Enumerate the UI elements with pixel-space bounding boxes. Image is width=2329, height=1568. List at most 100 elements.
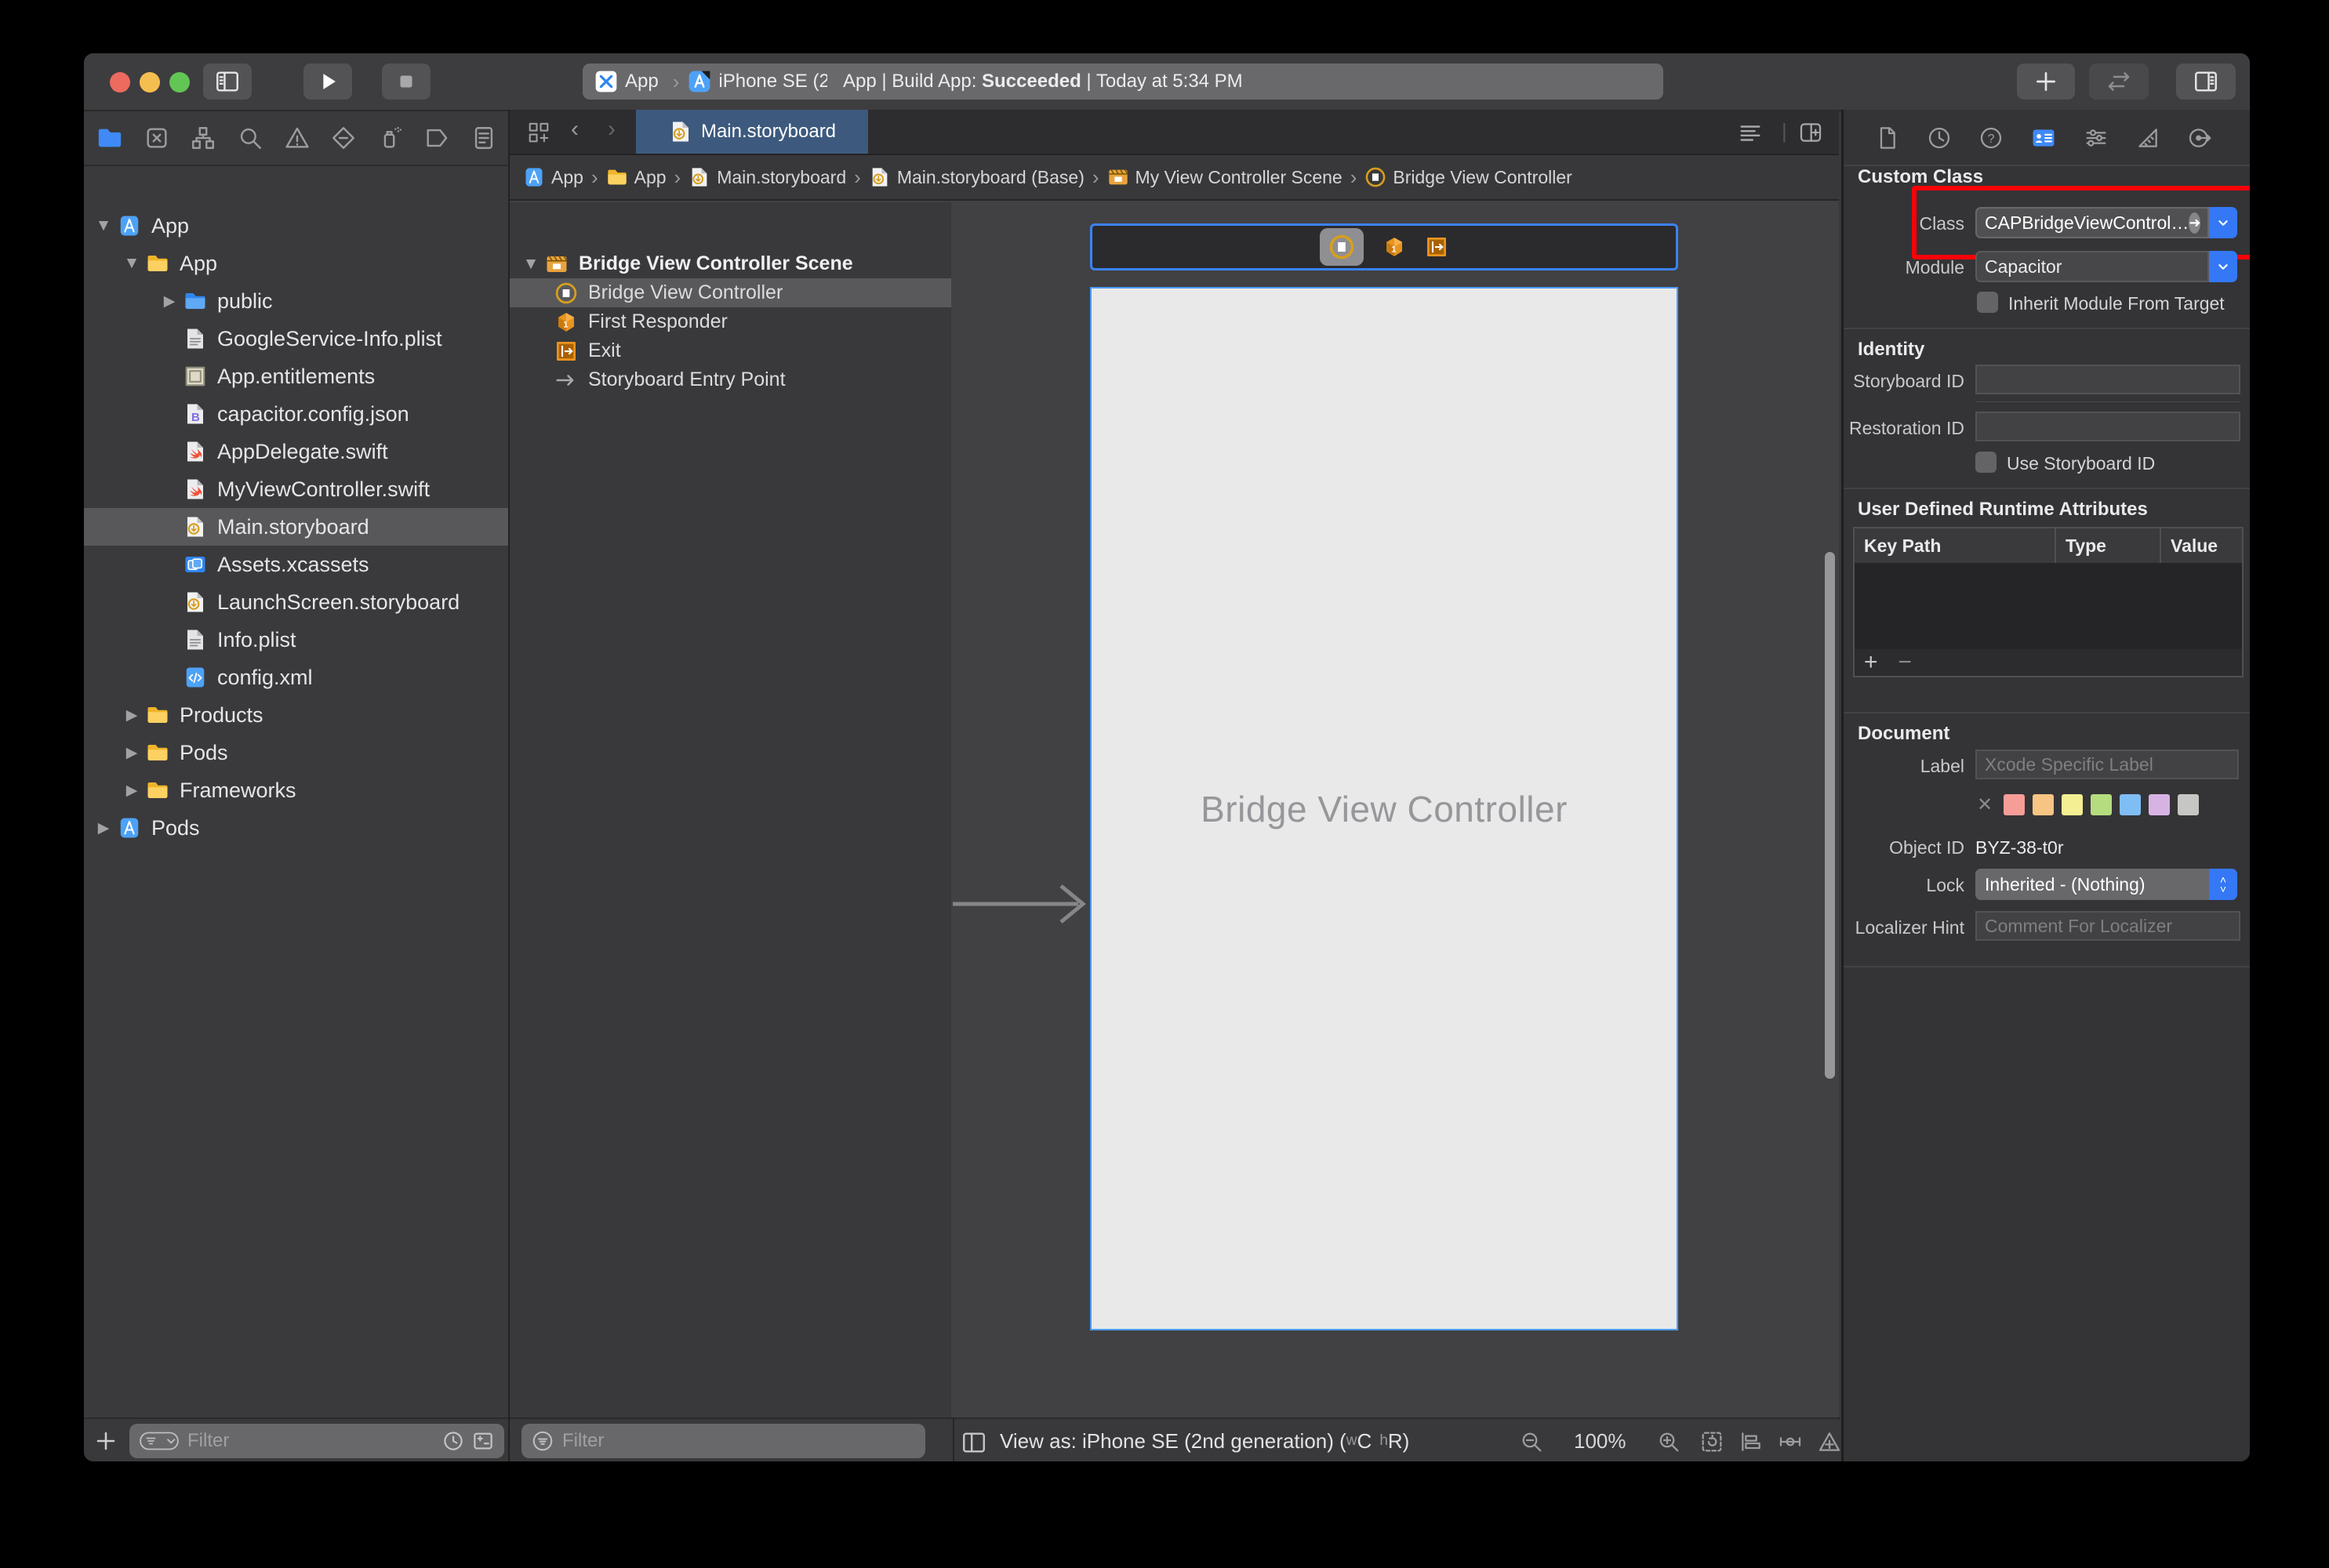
outline-item-bridge-view-controller[interactable]: Bridge View Controller (510, 278, 951, 307)
swatch-3[interactable] (2062, 794, 2083, 815)
library-button[interactable] (2017, 64, 2075, 100)
project-navigator-icon[interactable] (96, 125, 123, 151)
back-button[interactable]: ‹ (571, 116, 579, 143)
zoom-in-icon[interactable] (1656, 1429, 1681, 1454)
breadcrumb-item-1[interactable]: App (523, 165, 583, 189)
breadcrumb-item-6[interactable]: Bridge View Controller (1364, 165, 1571, 189)
report-navigator-icon[interactable] (471, 125, 497, 151)
breadcrumb-item-5[interactable]: My View Controller Scene (1107, 165, 1343, 189)
storyboard-entry-arrow[interactable] (953, 877, 1090, 931)
view-controller-dock-icon[interactable] (1320, 228, 1364, 266)
size-inspector-tab[interactable] (2135, 125, 2160, 151)
canvas-scrollbar[interactable] (1825, 552, 1835, 1079)
navigator-item-appdelegate-swift[interactable]: AppDelegate.swift (84, 433, 510, 470)
breadcrumb-item-2[interactable]: App (606, 165, 667, 189)
view-controller-view[interactable]: Bridge View Controller (1090, 287, 1678, 1330)
filter-menu-icon[interactable] (139, 1430, 180, 1452)
file-inspector-tab[interactable] (1875, 125, 1900, 151)
disclosure-closed-icon[interactable]: ▶ (118, 782, 145, 800)
udra-remove-button[interactable]: − (1898, 649, 1913, 676)
udra-column-key-path[interactable]: Key Path (1855, 528, 2055, 563)
outline-item-first-responder[interactable]: 1First Responder (510, 307, 951, 336)
restoration-id-field[interactable] (1975, 412, 2240, 441)
run-button[interactable] (303, 64, 352, 100)
swatch-4[interactable] (2091, 794, 2112, 815)
localizer-hint-field[interactable] (1975, 911, 2240, 941)
align-icon[interactable] (1739, 1429, 1764, 1454)
source-control-status-icon[interactable] (471, 1429, 495, 1453)
navigator-filter-field[interactable]: Filter (129, 1424, 504, 1458)
attributes-inspector-tab[interactable] (2084, 125, 2109, 151)
navigator-item-public[interactable]: ▶public (84, 282, 510, 320)
lock-dropdown[interactable]: Inherited - (Nothing) (1975, 869, 2209, 900)
disclosure-open-icon[interactable]: ▼ (90, 216, 117, 235)
inherit-module-checkbox[interactable] (1977, 292, 1998, 313)
stop-button[interactable] (382, 64, 431, 100)
editor-options-icon[interactable] (1737, 120, 1764, 147)
recent-files-icon[interactable] (441, 1429, 465, 1453)
navigator-item-launchscreen-storyboard[interactable]: LaunchScreen.storyboard (84, 583, 510, 621)
tab-main-storyboard[interactable]: Main.storyboard (636, 110, 868, 154)
zoom-level[interactable]: 100% (1574, 1429, 1626, 1454)
udra-column-type[interactable]: Type (2055, 528, 2160, 563)
identity-inspector-tab[interactable] (2030, 125, 2057, 151)
minimize-window-button[interactable] (140, 72, 160, 93)
maximize-window-button[interactable] (169, 72, 190, 93)
breadcrumb-item-3[interactable]: Main.storyboard (689, 165, 846, 189)
zoom-out-icon[interactable] (1519, 1429, 1544, 1454)
add-editor-icon[interactable] (1798, 120, 1823, 145)
navigator-item-products[interactable]: ▶Products (84, 696, 510, 734)
connections-inspector-tab[interactable] (2187, 125, 2212, 151)
help-inspector-tab[interactable]: ? (1978, 125, 2004, 151)
first-responder-dock-icon[interactable]: 1 (1383, 235, 1406, 259)
navigator-item-app[interactable]: ▼App (84, 207, 510, 245)
test-navigator-icon[interactable] (330, 125, 357, 151)
disclosure-open-icon[interactable]: ▼ (118, 254, 145, 273)
outline-item-exit[interactable]: Exit (510, 336, 951, 365)
outline-item-storyboard-entry-point[interactable]: Storyboard Entry Point (510, 365, 951, 394)
swatch-none[interactable]: ✕ (1977, 793, 1993, 816)
toggle-outline-icon[interactable] (961, 1429, 987, 1456)
issue-navigator-icon[interactable] (284, 125, 311, 151)
breadcrumb-item-4[interactable]: Main.storyboard (Base) (869, 165, 1085, 189)
disclosure-closed-icon[interactable]: ▶ (156, 292, 183, 310)
disclosure-closed-icon[interactable]: ▶ (90, 819, 117, 837)
document-label-field[interactable] (1975, 750, 2239, 779)
navigator-item-frameworks[interactable]: ▶Frameworks (84, 771, 510, 809)
swatch-1[interactable] (2004, 794, 2025, 815)
history-inspector-tab[interactable] (1927, 125, 1952, 151)
swatch-7[interactable] (2178, 794, 2199, 815)
navigator-item-main-storyboard[interactable]: Main.storyboard (84, 508, 510, 546)
outline-item-bridge-view-controller-scene[interactable]: ▼Bridge View Controller Scene (510, 249, 951, 278)
swatch-5[interactable] (2120, 794, 2141, 815)
class-field[interactable]: CAPBridgeViewControl… ➜ (1975, 207, 2209, 238)
navigator-item-info-plist[interactable]: Info.plist (84, 621, 510, 659)
navigator-item-app-entitlements[interactable]: App.entitlements (84, 358, 510, 395)
add-file-icon[interactable] (93, 1428, 118, 1454)
navigator-item-config-xml[interactable]: config.xml (84, 659, 510, 696)
class-dropdown-button[interactable] (2209, 207, 2237, 238)
outline-filter-field[interactable]: Filter (521, 1424, 925, 1458)
module-field[interactable]: Capacitor (1975, 251, 2209, 282)
disclosure-closed-icon[interactable]: ▶ (118, 744, 145, 762)
related-items-icon[interactable] (527, 121, 550, 144)
udra-column-value[interactable]: Value (2160, 528, 2242, 563)
navigator-item-googleservice-info-plist[interactable]: GoogleService-Info.plist (84, 320, 510, 358)
exit-dock-icon[interactable] (1425, 235, 1448, 259)
code-review-button[interactable] (2089, 64, 2149, 100)
source-control-navigator-icon[interactable] (144, 125, 170, 151)
disclosure-open-icon[interactable]: ▼ (518, 255, 544, 274)
navigator-item-pods[interactable]: ▶Pods (84, 734, 510, 771)
toggle-navigator-button[interactable] (203, 64, 252, 100)
swatch-2[interactable] (2033, 794, 2054, 815)
symbol-navigator-icon[interactable] (190, 125, 216, 151)
navigator-item-capacitor-config-json[interactable]: Bcapacitor.config.json (84, 395, 510, 433)
forward-button[interactable]: › (608, 116, 616, 143)
navigator-item-pods[interactable]: ▶Pods (84, 809, 510, 847)
navigator-divider[interactable] (508, 110, 510, 1461)
close-window-button[interactable] (110, 72, 130, 93)
navigator-item-myviewcontroller-swift[interactable]: MyViewController.swift (84, 470, 510, 508)
udra-add-button[interactable]: + (1864, 655, 1878, 670)
lock-stepper-button[interactable]: ˄˅ (2209, 869, 2237, 900)
navigator-item-assets-xcassets[interactable]: Assets.xcassets (84, 546, 510, 583)
